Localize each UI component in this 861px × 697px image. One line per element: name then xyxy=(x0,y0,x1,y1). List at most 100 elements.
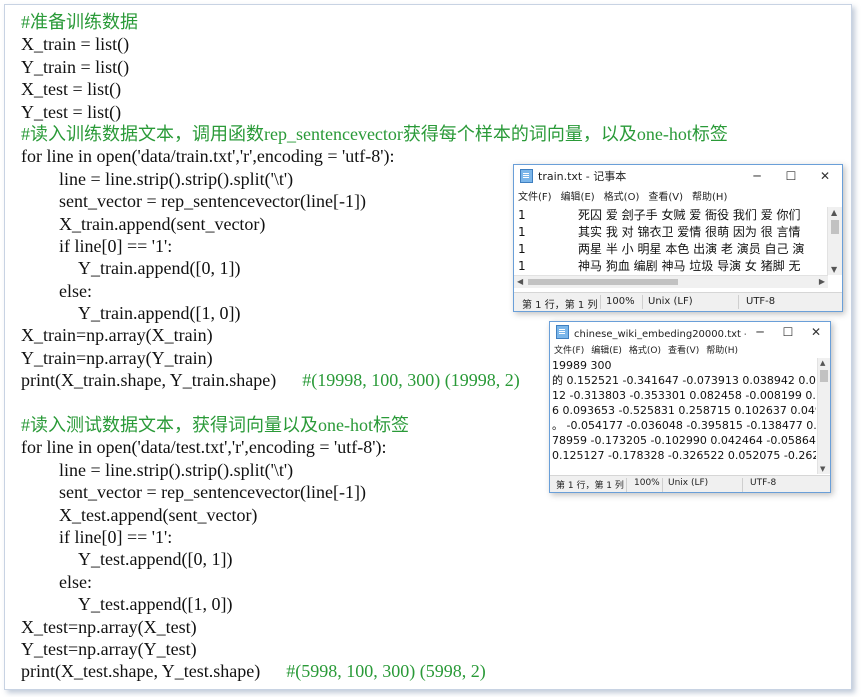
line-ending: Unix (LF) xyxy=(668,478,709,488)
code-line: Y_test.append([1, 0]) xyxy=(21,593,728,615)
code-text: else: xyxy=(59,571,92,592)
output-comment: #(5998, 100, 300) (5998, 2) xyxy=(286,661,486,682)
code-text: Y_test = list() xyxy=(21,101,122,122)
scroll-down-icon[interactable]: ▼ xyxy=(820,465,825,473)
code-text: print(X_test.shape, Y_test.shape) xyxy=(21,661,261,682)
code-text: Y_train.append([0, 1]) xyxy=(78,258,241,279)
sentence-text: 神马 狗血 编剧 神马 垃圾 导演 女 猪脚 无 xyxy=(578,259,801,273)
code-text: print(X_train.shape, Y_train.shape) xyxy=(21,370,277,391)
output-comment: #(19998, 100, 300) (19998, 2) xyxy=(302,370,520,391)
menu-file[interactable]: 文件(F) xyxy=(518,188,552,203)
text-line: 。 -0.054177 -0.036048 -0.395815 -0.13847… xyxy=(552,419,816,432)
code-text: sent_vector = rep_sentencevector(line[-1… xyxy=(59,482,367,503)
maximize-button[interactable]: ☐ xyxy=(774,169,808,183)
zoom-level: 100% xyxy=(634,478,660,488)
menu-view[interactable]: 查看(V) xyxy=(648,188,683,203)
text-line: 1 两星 半 小 明星 本色 出演 老 演员 自己 演 xyxy=(514,241,828,258)
status-bar: 第 1 行，第 1 列 100% Unix (LF) UTF-8 xyxy=(550,475,830,492)
sentence-text: 两星 半 小 明星 本色 出演 老 演员 自己 演 xyxy=(578,242,805,256)
scroll-thumb[interactable] xyxy=(831,220,839,234)
menu-edit[interactable]: 编辑(E) xyxy=(591,343,622,356)
notepad-icon xyxy=(520,169,533,183)
notepad-titlebar[interactable]: train.txt - 记事本 ─ ☐ ✕ xyxy=(514,165,842,187)
code-text: Y_train=np.array(Y_train) xyxy=(21,347,213,368)
label-value: 1 xyxy=(518,208,526,222)
notepad-window-train: train.txt - 记事本 ─ ☐ ✕ 文件(F) 编辑(E) 格式(O) … xyxy=(513,164,843,312)
code-line: print(X_test.shape, Y_test.shape) #(5998,… xyxy=(21,660,728,682)
line-ending: Unix (LF) xyxy=(648,296,693,307)
text-area[interactable]: 1 死囚 爱 刽子手 女贼 爱 衙役 我们 爱 你们 1 其实 我 对 锦衣卫 爱情… xyxy=(514,207,828,275)
text-line: 1 其实 我 对 锦衣卫 爱情 很萌 因为 很 言情 xyxy=(514,224,828,241)
close-button[interactable]: ✕ xyxy=(802,325,830,339)
code-text: X_train=np.array(X_train) xyxy=(21,325,213,346)
text-line: 1 死囚 爱 刽子手 女贼 爱 衙役 我们 爱 你们 xyxy=(514,207,828,224)
code-text: line = line.strip().strip().split('\t') xyxy=(59,168,294,189)
code-text: X_test=np.array(X_test) xyxy=(21,616,197,637)
code-text: for line in open('data/test.txt','r',enc… xyxy=(21,437,387,458)
horizontal-scrollbar[interactable]: ◀ ▶ xyxy=(514,275,828,288)
menu-view[interactable]: 查看(V) xyxy=(668,343,699,356)
sentence-text: 死囚 爱 刽子手 女贼 爱 衙役 我们 爱 你们 xyxy=(578,208,801,222)
code-line: Y_test = list() xyxy=(21,101,728,123)
scroll-thumb[interactable] xyxy=(820,370,828,382)
text-line: 的 0.152521 -0.341647 -0.073913 0.038942 … xyxy=(552,374,816,387)
text-line: 19989 300 xyxy=(552,359,612,372)
comment-text: #读入训练数据文本，调用函数rep_sentencevector获得每个样本的词… xyxy=(21,123,728,144)
menu-bar: 文件(F) 编辑(E) 格式(O) 查看(V) 帮助(H) xyxy=(550,342,830,356)
maximize-button[interactable]: ☐ xyxy=(774,325,802,339)
sentence-text: 其实 我 对 锦衣卫 爱情 很萌 因为 很 言情 xyxy=(578,225,801,239)
code-text: if line[0] == '1': xyxy=(59,526,173,547)
text-line: 0.125127 -0.178328 -0.326522 0.052075 -0… xyxy=(552,449,816,462)
label-value: 1 xyxy=(518,242,526,256)
minimize-button[interactable]: ─ xyxy=(746,325,774,339)
code-text: Y_test.append([1, 0]) xyxy=(78,594,233,615)
text-line: 78959 -0.173205 -0.102990 0.042464 -0.05… xyxy=(552,434,816,447)
vertical-scrollbar[interactable]: ▲ ▼ xyxy=(827,207,842,275)
code-comment-line: #准备训练数据 xyxy=(21,11,728,33)
code-text: X_test = list() xyxy=(21,79,122,100)
code-text: X_test.append(sent_vector) xyxy=(59,504,258,525)
code-line: X_train = list() xyxy=(21,33,728,55)
menu-edit[interactable]: 编辑(E) xyxy=(561,188,595,203)
code-line: Y_train = list() xyxy=(21,56,728,78)
code-line: X_test=np.array(X_test) xyxy=(21,616,728,638)
menu-format[interactable]: 格式(O) xyxy=(604,188,640,203)
menu-help[interactable]: 帮助(H) xyxy=(692,188,727,203)
notepad-icon xyxy=(556,325,569,339)
code-text: Y_train = list() xyxy=(21,56,130,77)
text-line: 12 -0.313803 -0.353301 0.082458 -0.00819… xyxy=(552,389,816,402)
window-title: chinese_wiki_embeding20000.txt - 记事... xyxy=(574,328,746,340)
encoding: UTF-8 xyxy=(746,296,776,307)
scroll-down-icon[interactable]: ▼ xyxy=(831,265,837,274)
menu-file[interactable]: 文件(F) xyxy=(554,343,584,356)
notepad-window-embedding: chinese_wiki_embeding20000.txt - 记事... ─… xyxy=(549,321,831,493)
text-area[interactable]: 19989 300 的 0.152521 -0.341647 -0.073913… xyxy=(550,358,816,464)
scroll-up-icon[interactable]: ▲ xyxy=(831,208,837,217)
scroll-left-icon[interactable]: ◀ xyxy=(517,277,523,286)
code-text: if line[0] == '1': xyxy=(59,235,173,256)
encoding: UTF-8 xyxy=(750,478,777,488)
scroll-up-icon[interactable]: ▲ xyxy=(820,359,825,367)
cursor-position: 第 1 行，第 1 列 xyxy=(522,300,598,311)
menu-help[interactable]: 帮助(H) xyxy=(706,343,738,356)
notepad-titlebar[interactable]: chinese_wiki_embeding20000.txt - 记事... ─… xyxy=(550,322,830,342)
code-text: for line in open('data/train.txt','r',en… xyxy=(21,146,395,167)
code-comment-line: #读入训练数据文本，调用函数rep_sentencevector获得每个样本的词… xyxy=(21,123,728,145)
scroll-right-icon[interactable]: ▶ xyxy=(819,277,825,286)
vertical-scrollbar[interactable]: ▲ ▼ xyxy=(817,358,830,474)
menu-format[interactable]: 格式(O) xyxy=(629,343,661,356)
comment-text: #读入测试数据文本，获得词向量以及one-hot标签 xyxy=(21,415,409,436)
window-title: train.txt - 记事本 xyxy=(538,170,627,183)
code-line: X_test = list() xyxy=(21,78,728,100)
close-button[interactable]: ✕ xyxy=(808,169,842,183)
cursor-position: 第 1 行，第 1 列 xyxy=(556,481,624,491)
code-line: else: xyxy=(21,571,728,593)
text-line: 1 神马 狗血 编剧 神马 垃圾 导演 女 猪脚 无 xyxy=(514,258,828,275)
menu-bar: 文件(F) 编辑(E) 格式(O) 查看(V) 帮助(H) xyxy=(514,187,842,203)
scroll-thumb[interactable] xyxy=(528,279,678,285)
code-text: Y_train.append([1, 0]) xyxy=(78,303,241,324)
code-text: X_train = list() xyxy=(21,34,130,55)
minimize-button[interactable]: ─ xyxy=(740,169,774,183)
label-value: 1 xyxy=(518,259,526,273)
code-line: if line[0] == '1': xyxy=(21,526,728,548)
